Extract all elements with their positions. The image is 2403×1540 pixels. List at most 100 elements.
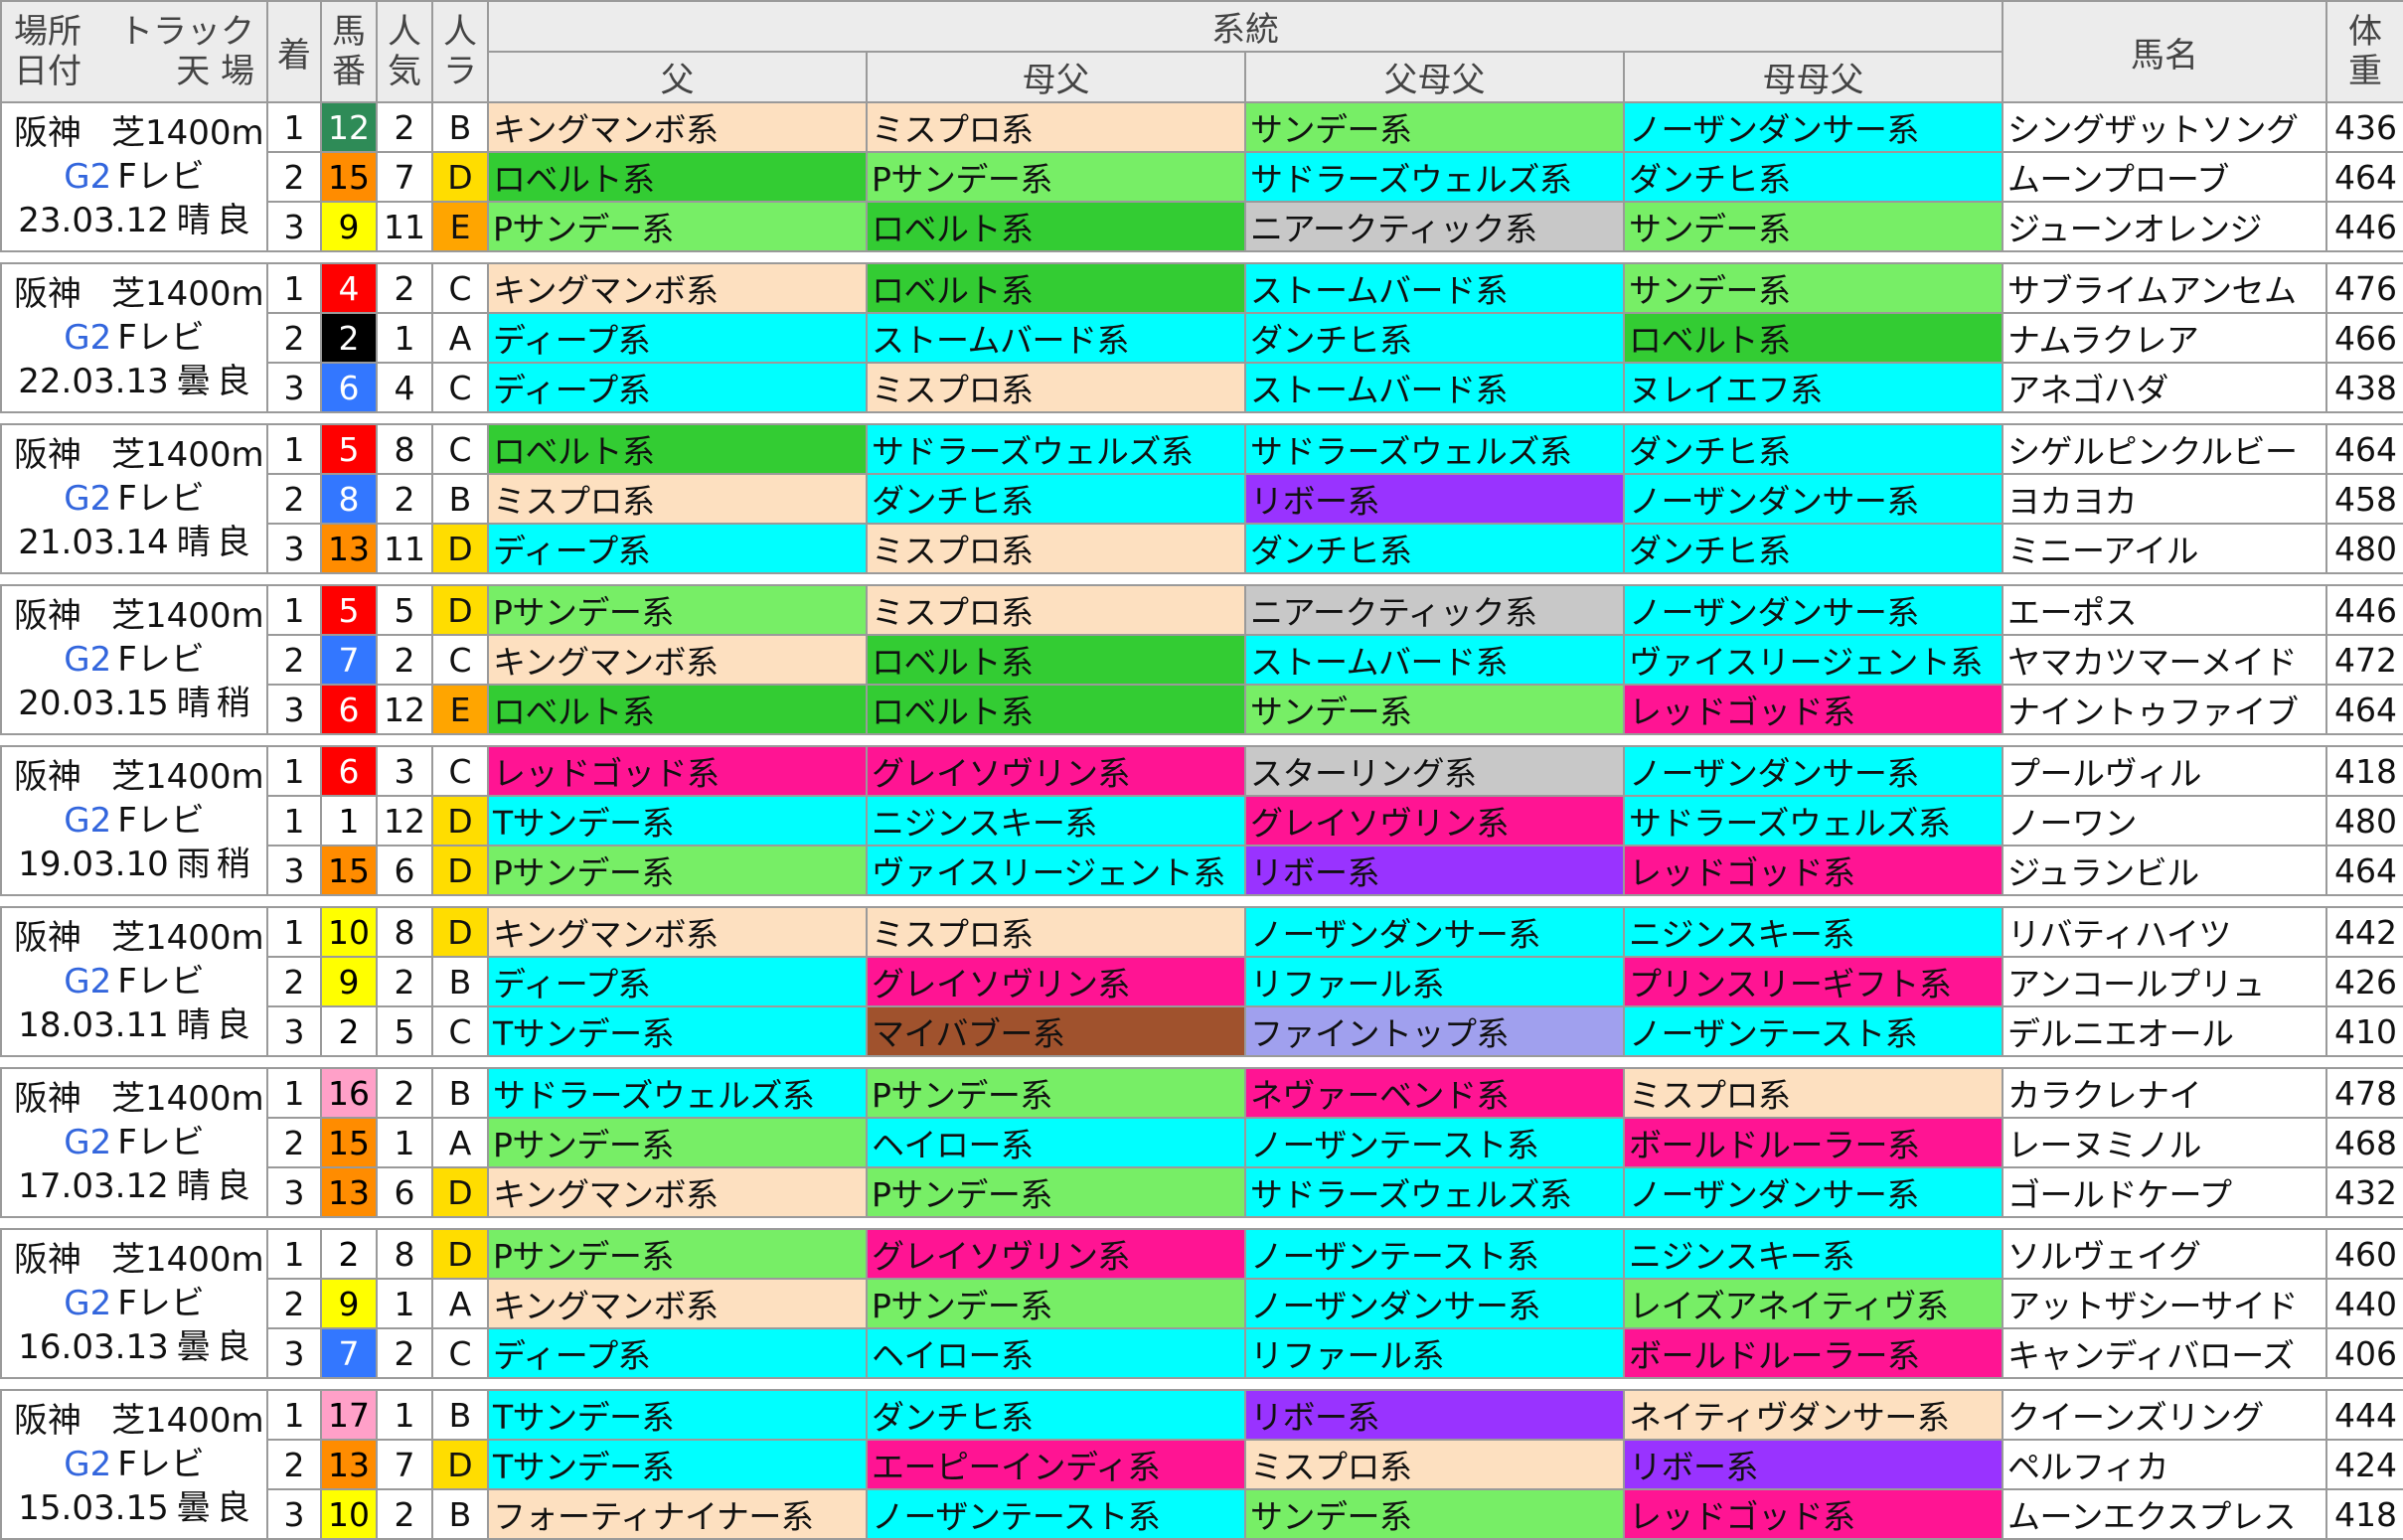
rank-cell: C bbox=[431, 262, 489, 314]
race-grade-name: G2 Fレビ bbox=[3, 1121, 265, 1164]
horse-name-cell: エーポス bbox=[2002, 584, 2327, 636]
race-date-condition: 20.03.15 晴稍 bbox=[3, 682, 265, 725]
dam-dam-sire-cell: サンデー系 bbox=[1623, 201, 2003, 252]
rank-cell: C bbox=[431, 362, 489, 413]
table-row: 阪神 芝1400m G2 Fレビ 23.03.12 晴良 1 12 2 B キングマンボ系 ミスプロ系… bbox=[0, 101, 2403, 252]
sire-cell: ディープ系 bbox=[487, 312, 868, 364]
horse-name-cell: カラクレナイ bbox=[2002, 1067, 2327, 1119]
sire-cell: キングマンボ系 bbox=[487, 262, 868, 314]
race-track: 芝1400m bbox=[111, 113, 264, 153]
finish-cell: 2 bbox=[266, 1278, 322, 1329]
popularity-cell: 6 bbox=[376, 845, 433, 896]
race-name: Fレビ bbox=[117, 479, 205, 519]
race-date: 16.03.13 bbox=[18, 1327, 169, 1367]
race-date: 17.03.12 bbox=[18, 1166, 169, 1206]
dam-dam-sire-cell: ヴァイスリージェント系 bbox=[1623, 634, 2003, 686]
table-row: 3 6 4 C ディープ系 ミスプロ系 ストームバード系 ヌレイエフ系 アネゴハダ 438 bbox=[1, 362, 2403, 413]
finish-cell: 3 bbox=[266, 845, 322, 896]
weight-cell: 468 bbox=[2325, 1117, 2403, 1168]
table-row: 阪神 芝1400m G2 Fレビ 21.03.14 晴良 1 5 8 C ロベルト系 サドラーズウェル… bbox=[0, 423, 2403, 574]
race-separator bbox=[1, 1377, 2403, 1391]
weight-cell: 446 bbox=[2325, 201, 2403, 252]
dam-dam-sire-cell: ノーザンダンサー系 bbox=[1623, 745, 2003, 797]
race-ground: 良 bbox=[216, 362, 250, 401]
dam-dam-sire-cell: プリンスリーギフト系 bbox=[1623, 956, 2003, 1007]
horse-number-badge: 10 bbox=[320, 1488, 378, 1540]
dam-dam-sire-cell: ダンチヒ系 bbox=[1623, 151, 2003, 203]
dam-dam-sire-cell: ヌレイエフ系 bbox=[1623, 362, 2003, 413]
sire-cell: ロベルト系 bbox=[487, 151, 868, 203]
popularity-cell: 12 bbox=[376, 795, 433, 847]
sire-cell: Tサンデー系 bbox=[487, 1005, 868, 1057]
horse-name-cell: ナイントゥファイブ bbox=[2002, 684, 2327, 735]
race-weather: 曇 bbox=[176, 362, 211, 401]
table-row: 3 7 2 C ディープ系 ヘイロー系 リファール系 ボールドルーラー系 キャンディバローズ 40… bbox=[1, 1327, 2403, 1379]
race-separator-cell bbox=[1, 1055, 2403, 1069]
dam-sire-cell: サドラーズウェルズ系 bbox=[866, 423, 1246, 475]
table-row: 2 9 1 A キングマンボ系 Pサンデー系 ノーザンダンサー系 レイズアネイティヴ系 アットザ… bbox=[1, 1278, 2403, 1329]
dam-sire-cell: ロベルト系 bbox=[866, 262, 1246, 314]
popularity-cell: 3 bbox=[376, 745, 433, 797]
sire-cell: Pサンデー系 bbox=[487, 845, 868, 896]
dam-sire-cell: ストームバード系 bbox=[866, 312, 1246, 364]
sire-cell: キングマンボ系 bbox=[487, 1278, 868, 1329]
horse-name-cell: リバティハイツ bbox=[2002, 906, 2327, 958]
race-weather: 曇 bbox=[176, 1488, 211, 1528]
weight-cell: 460 bbox=[2325, 1228, 2403, 1280]
horse-number-badge: 16 bbox=[320, 1067, 378, 1119]
rank-cell: B bbox=[431, 1488, 489, 1540]
race-track: 芝1400m bbox=[111, 274, 264, 314]
race-info: 阪神 芝1400m G2 Fレビ 19.03.10 雨稍 bbox=[0, 745, 268, 896]
race-track: 芝1400m bbox=[111, 1401, 264, 1441]
sire-cell: Pサンデー系 bbox=[487, 201, 868, 252]
table-row: 2 9 2 B ディープ系 グレイソヴリン系 リファール系 プリンスリーギフト系 アンコールプリ… bbox=[1, 956, 2403, 1007]
dam-sire-cell: ロベルト系 bbox=[866, 201, 1246, 252]
race-date-condition: 22.03.13 曇良 bbox=[3, 360, 265, 403]
sire-cell: キングマンボ系 bbox=[487, 634, 868, 686]
dam-dam-sire-cell: ミスプロ系 bbox=[1623, 1067, 2003, 1119]
sire-cell: ロベルト系 bbox=[487, 423, 868, 475]
race-place: 阪神 bbox=[14, 1401, 81, 1441]
race-grade: G2 bbox=[64, 801, 112, 841]
horse-number-badge: 10 bbox=[320, 906, 378, 958]
horse-number-badge: 7 bbox=[320, 1327, 378, 1379]
race-grade-name: G2 Fレビ bbox=[3, 316, 265, 360]
dam-sire-cell: ミスプロ系 bbox=[866, 101, 1246, 153]
sire-dam-sire-cell: リボー系 bbox=[1244, 473, 1625, 525]
sire-cell: キングマンボ系 bbox=[487, 1166, 868, 1218]
sire-dam-sire-cell: ダンチヒ系 bbox=[1244, 523, 1625, 574]
race-name: Fレビ bbox=[117, 962, 205, 1001]
weight-cell: 464 bbox=[2325, 845, 2403, 896]
horse-name-cell: ヤマカツマーメイド bbox=[2002, 634, 2327, 686]
horse-number-badge: 13 bbox=[320, 523, 378, 574]
sire-dam-sire-cell: ネヴァーベンド系 bbox=[1244, 1067, 1625, 1119]
race-date-condition: 23.03.12 晴良 bbox=[3, 199, 265, 242]
finish-cell: 3 bbox=[266, 362, 322, 413]
horse-number-badge: 7 bbox=[320, 634, 378, 686]
race-place: 阪神 bbox=[14, 1240, 81, 1280]
race-weather: 雨 bbox=[176, 845, 211, 884]
sire-dam-sire-cell: サンデー系 bbox=[1244, 1488, 1625, 1540]
sire-cell: Tサンデー系 bbox=[487, 795, 868, 847]
race-weather: 晴 bbox=[176, 201, 211, 240]
race-date-condition: 16.03.13 曇良 bbox=[3, 1325, 265, 1369]
sire-dam-sire-cell: ダンチヒ系 bbox=[1244, 312, 1625, 364]
horse-number-badge: 8 bbox=[320, 473, 378, 525]
dam-sire-cell: ロベルト系 bbox=[866, 634, 1246, 686]
header-lineage: 系統 bbox=[487, 0, 2003, 53]
dam-dam-sire-cell: レイズアネイティヴ系 bbox=[1623, 1278, 2003, 1329]
dam-dam-sire-cell: ボールドルーラー系 bbox=[1623, 1327, 2003, 1379]
popularity-cell: 11 bbox=[376, 523, 433, 574]
header-horse-no-2: 番 bbox=[332, 52, 366, 91]
weight-cell: 476 bbox=[2325, 262, 2403, 314]
dam-sire-cell: Pサンデー系 bbox=[866, 151, 1246, 203]
sire-cell: ディープ系 bbox=[487, 956, 868, 1007]
race-place-track: 阪神 芝1400m bbox=[3, 916, 265, 960]
dam-sire-cell: ヘイロー系 bbox=[866, 1327, 1246, 1379]
race-date-condition: 17.03.12 晴良 bbox=[3, 1164, 265, 1208]
sire-cell: サドラーズウェルズ系 bbox=[487, 1067, 868, 1119]
sire-dam-sire-cell: リボー系 bbox=[1244, 1389, 1625, 1441]
finish-cell: 1 bbox=[266, 745, 322, 797]
race-name: Fレビ bbox=[117, 1445, 205, 1484]
race-info: 阪神 芝1400m G2 Fレビ 17.03.12 晴良 bbox=[0, 1067, 268, 1218]
